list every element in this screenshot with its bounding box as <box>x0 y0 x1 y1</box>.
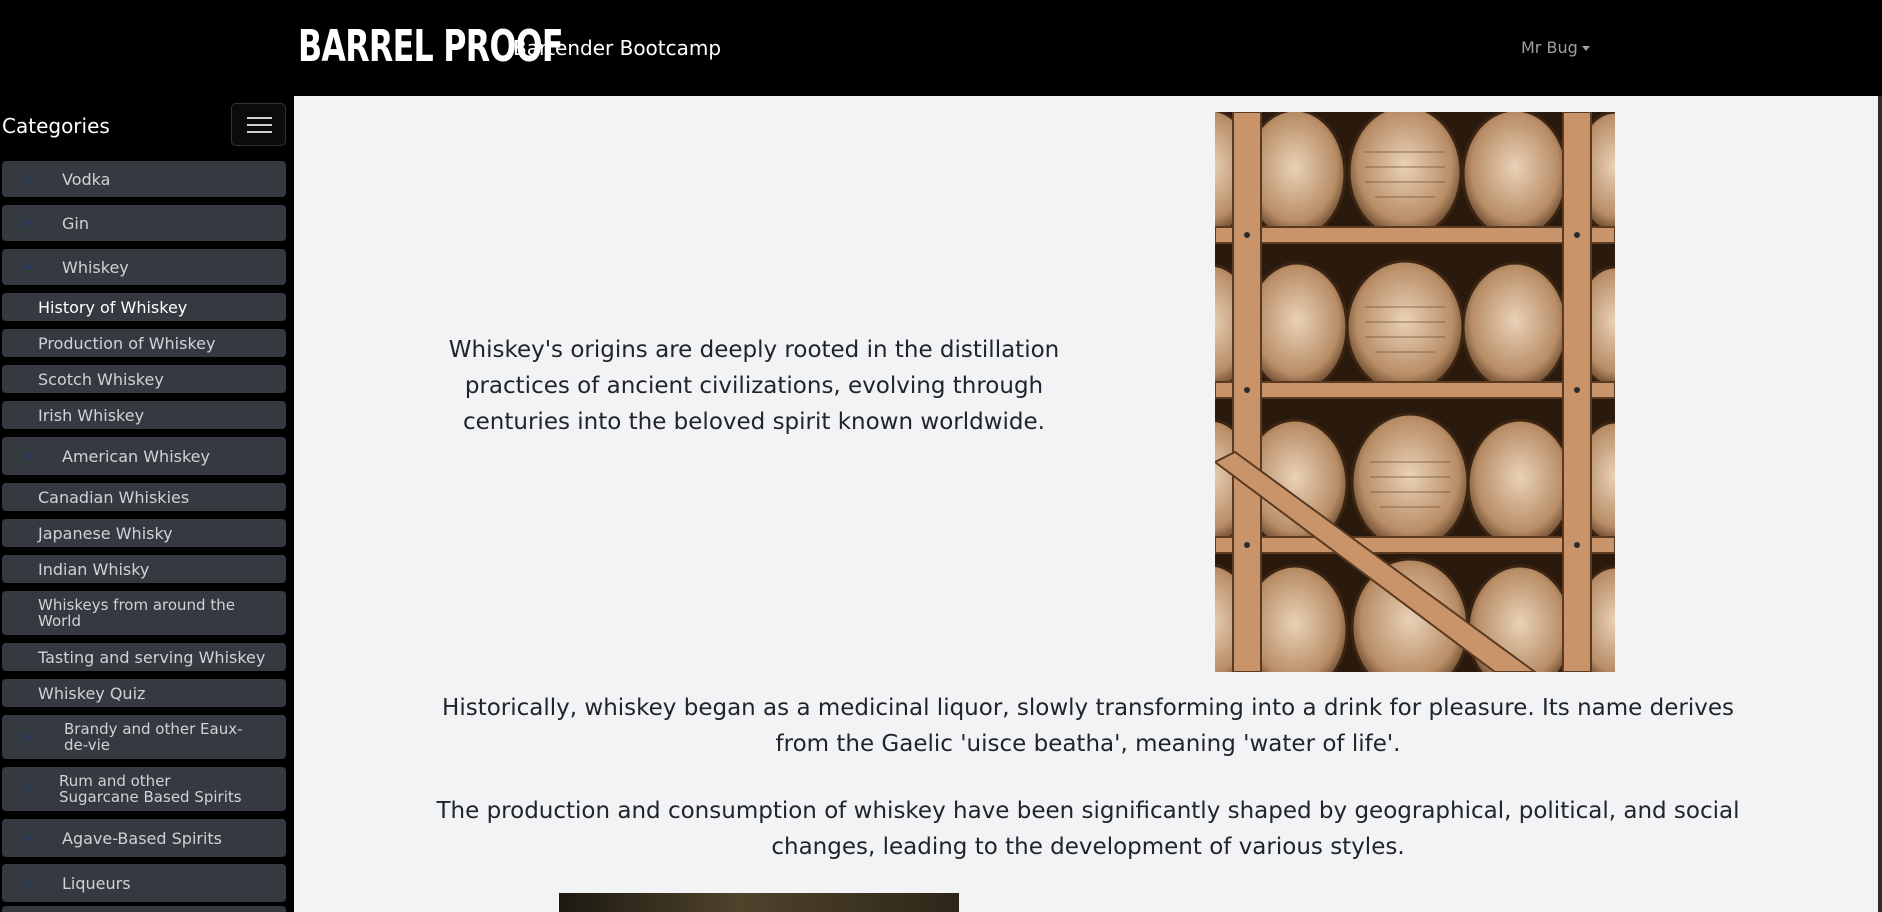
chevron-right-icon <box>22 732 32 742</box>
sidebar-item-whiskey[interactable]: Whiskey <box>2 249 286 285</box>
chevron-right-icon <box>22 451 32 461</box>
chevron-right-icon <box>22 878 32 888</box>
sidebar-item-label: Whiskeys from around the World <box>38 596 235 630</box>
user-name: Mr Bug <box>1521 38 1578 57</box>
sidebar-item-label: Tasting and serving Whiskey <box>38 647 266 667</box>
sidebar-item-label: Indian Whisky <box>38 559 150 579</box>
whiskey-photo-partial <box>559 893 959 912</box>
sidebar-item-label: Vodka <box>62 169 111 189</box>
brand-subtitle[interactable]: Bartender Bootcamp <box>513 36 721 60</box>
history-paragraph: Historically, whiskey began as a medicin… <box>442 695 1734 757</box>
sidebar-item-label: Irish Whiskey <box>38 405 145 425</box>
sidebar-item-canadian-whiskies[interactable]: Canadian Whiskies <box>2 483 286 511</box>
sidebar-item-history-of-whiskey[interactable]: History of Whiskey <box>2 293 286 321</box>
sidebar-item-liqueurs[interactable]: Liqueurs <box>2 864 286 902</box>
main-content: Whiskey's origins are deeply rooted in t… <box>294 96 1882 912</box>
sidebar-item-agave[interactable]: Agave-Based Spirits <box>2 819 286 857</box>
sidebar-item-partial[interactable] <box>2 906 286 912</box>
sidebar-item-production-of-whiskey[interactable]: Production of Whiskey <box>2 329 286 357</box>
hamburger-icon <box>247 117 272 119</box>
sidebar-item-american-whiskey[interactable]: American Whiskey <box>2 437 286 475</box>
sidebar: Categories Vodka Gin Whiskey History of … <box>0 96 290 912</box>
barrel-rack-illustration <box>1215 112 1615 672</box>
sidebar-item-label: Whiskey Quiz <box>38 683 146 703</box>
sidebar-item-irish-whiskey[interactable]: Irish Whiskey <box>2 401 286 429</box>
chevron-right-icon <box>22 833 32 843</box>
chevron-down-icon <box>22 262 32 272</box>
sidebar-item-whiskey-quiz[interactable]: Whiskey Quiz <box>2 679 286 707</box>
sidebar-item-label: American Whiskey <box>62 446 210 466</box>
sidebar-item-label: Production of Whiskey <box>38 333 216 353</box>
intro-paragraph: Whiskey's origins are deeply rooted in t… <box>448 337 1060 435</box>
sidebar-item-label: History of Whiskey <box>38 297 188 317</box>
sidebar-item-label: Gin <box>62 213 89 233</box>
sidebar-item-gin[interactable]: Gin <box>2 205 286 241</box>
sidebar-item-vodka[interactable]: Vodka <box>2 161 286 197</box>
sidebar-item-indian-whisky[interactable]: Indian Whisky <box>2 555 286 583</box>
chevron-right-icon <box>22 174 32 184</box>
sidebar-item-rum[interactable]: Rum and other Sugarcane Based Spirits <box>2 767 286 811</box>
sidebar-item-label: Japanese Whisky <box>38 523 173 543</box>
sidebar-item-label: Agave-Based Spirits <box>62 828 223 848</box>
production-paragraph: The production and consumption of whiske… <box>436 798 1740 860</box>
sidebar-item-brandy[interactable]: Brandy and other Eaux-de-vie <box>2 715 286 759</box>
sidebar-item-label: Whiskey <box>62 257 129 277</box>
chevron-right-icon <box>22 784 32 794</box>
barrel-rack-image <box>1215 112 1615 672</box>
caret-down-icon <box>1581 46 1590 51</box>
sidebar-item-label: Liqueurs <box>62 873 131 893</box>
sidebar-item-label: Rum and other Sugarcane Based Spirits <box>59 772 242 806</box>
sidebar-item-scotch-whiskey[interactable]: Scotch Whiskey <box>2 365 286 393</box>
sidebar-item-japanese-whisky[interactable]: Japanese Whisky <box>2 519 286 547</box>
sidebar-item-label: Scotch Whiskey <box>38 369 164 389</box>
sidebar-item-label: Canadian Whiskies <box>38 487 190 507</box>
sidebar-title: Categories <box>2 114 110 138</box>
chevron-right-icon <box>22 218 32 228</box>
sidebar-toggle-button[interactable] <box>231 103 286 146</box>
user-dropdown[interactable]: Mr Bug <box>1521 38 1590 57</box>
sidebar-item-label: Brandy and other Eaux-de-vie <box>64 720 243 754</box>
page-scrollbar[interactable] <box>1878 96 1882 912</box>
top-navbar: BARREL PROOF Bartender Bootcamp Mr Bug <box>0 0 1882 96</box>
sidebar-item-tasting-serving[interactable]: Tasting and serving Whiskey <box>2 643 286 671</box>
sidebar-item-whiskeys-around-world[interactable]: Whiskeys from around the World <box>2 591 286 635</box>
